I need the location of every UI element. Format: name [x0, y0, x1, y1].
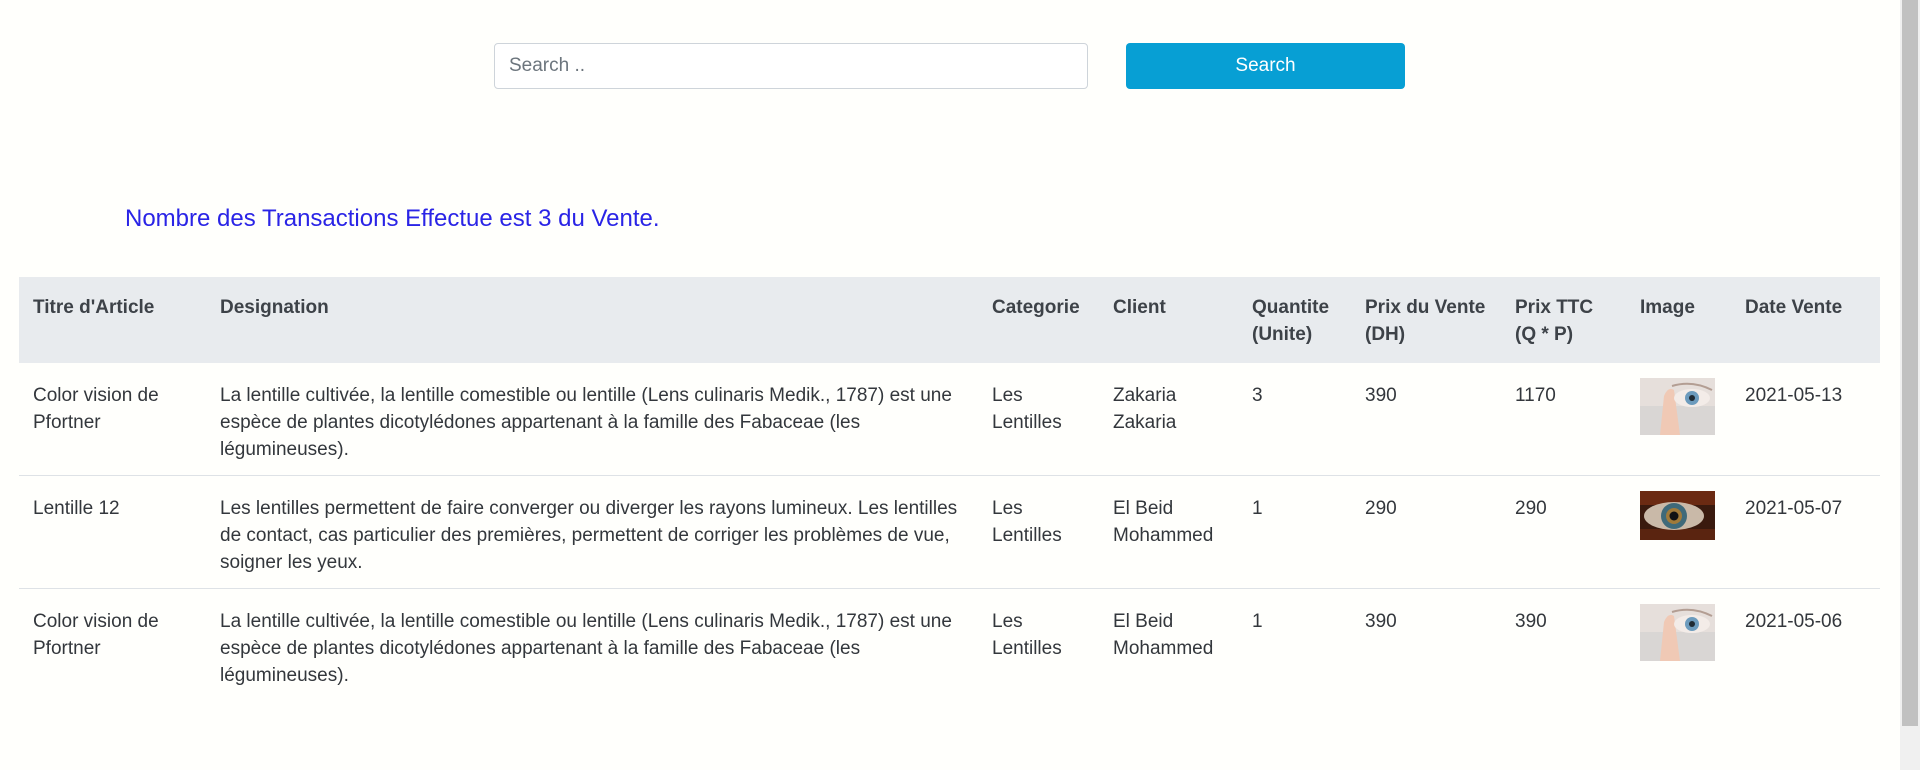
sales-page: Search Nombre des Transactions Effectue … [0, 0, 1920, 770]
header-prix-vente: Prix du Vente (DH) [1351, 277, 1501, 363]
contact-lens-finger-eye-image [1640, 378, 1715, 435]
cell-image [1626, 588, 1731, 701]
cell-prix-ttc: 1170 [1515, 385, 1556, 406]
header-client: Client [1099, 277, 1238, 363]
cell-categorie: Les Lentilles [978, 588, 1099, 701]
table-row: Lentille 12 Les lentilles permettent de … [19, 475, 1880, 589]
cell-designation: La lentille cultivée, la lentille comest… [206, 588, 978, 701]
table-row: Color vision de Pfortner La lentille cul… [19, 588, 1880, 701]
cell-quantite: 3 [1252, 385, 1263, 406]
contact-lens-finger-eye-image [1640, 604, 1715, 661]
header-quantite: Quantite (Unite) [1238, 277, 1351, 363]
cell-quantite: 1 [1238, 588, 1351, 701]
cell-client: El Beid Mohammed [1099, 475, 1238, 589]
header-image: Image [1626, 277, 1731, 363]
header-titre: Titre d'Article [19, 277, 206, 363]
cell-quantite: 1 [1238, 475, 1351, 589]
cell-titre: Color vision de Pfortner [19, 588, 206, 701]
cell-image [1626, 475, 1731, 589]
header-prix-ttc: Prix TTC (Q * P) [1501, 277, 1626, 363]
cell-client: El Beid Mohammed [1099, 588, 1238, 701]
eye-iris-closeup-image [1640, 491, 1715, 540]
cell-prix-vente: 390 [1351, 588, 1501, 701]
cell-titre: Color vision de Pfortner [33, 385, 159, 433]
table-row: Color vision de Pfortner La lentille cul… [19, 363, 1880, 476]
cell-designation: Les lentilles permettent de faire conver… [206, 475, 978, 589]
vertical-scrollbar[interactable] [1900, 0, 1920, 770]
search-button[interactable]: Search [1126, 43, 1405, 89]
cell-prix-ttc: 390 [1501, 588, 1626, 701]
cell-prix-ttc: 290 [1501, 475, 1626, 589]
cell-image [1626, 363, 1731, 476]
cell-client: Zakaria Zakaria [1113, 385, 1177, 433]
table-body: Color vision de Pfortner La lentille cul… [19, 363, 1880, 701]
cell-prix-vente: 390 [1365, 385, 1397, 406]
cell-titre: Lentille 12 [19, 475, 206, 589]
cell-date: 2021-05-06 [1731, 588, 1880, 701]
table-header-row: Titre d'Article Designation Categorie Cl… [19, 277, 1880, 363]
transactions-count-heading: Nombre des Transactions Effectue est 3 d… [125, 205, 660, 232]
cell-categorie: Les Lentilles [978, 475, 1099, 589]
table-header: Titre d'Article Designation Categorie Cl… [19, 277, 1880, 363]
header-date: Date Vente [1731, 277, 1880, 363]
cell-date: 2021-05-13 [1745, 385, 1843, 406]
cell-prix-vente: 290 [1351, 475, 1501, 589]
search-input[interactable] [494, 43, 1088, 89]
cell-date: 2021-05-07 [1731, 475, 1880, 589]
header-categorie: Categorie [978, 277, 1099, 363]
sales-table: Titre d'Article Designation Categorie Cl… [19, 277, 1880, 701]
cell-designation: La lentille cultivée, la lentille comest… [220, 385, 952, 460]
header-designation: Designation [206, 277, 978, 363]
scrollbar-thumb[interactable] [1902, 0, 1918, 726]
cell-categorie: Les Lentilles [992, 385, 1062, 433]
